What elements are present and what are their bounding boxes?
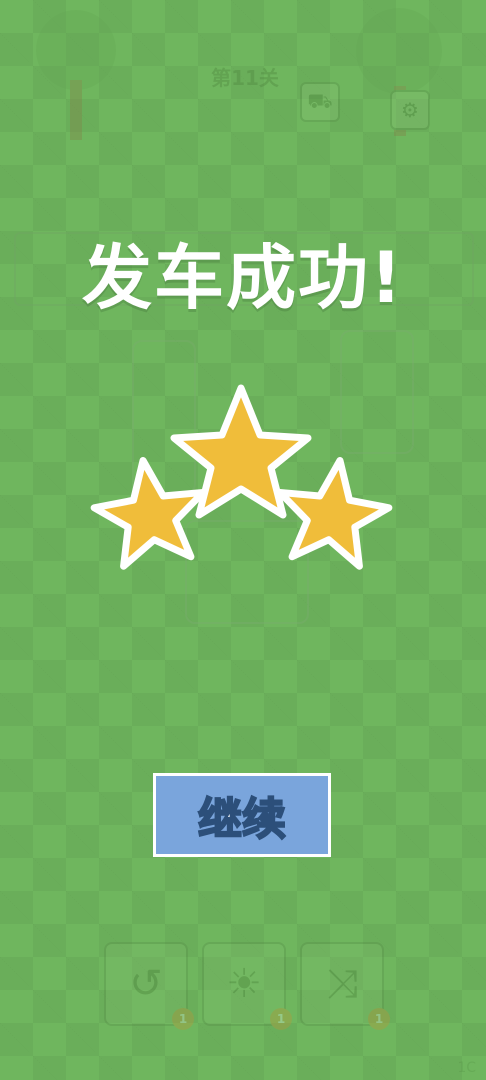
star-icon — [276, 456, 393, 570]
success-title: 发车成功! — [82, 237, 404, 319]
star-rating — [90, 384, 393, 570]
continue-button[interactable]: 继续 — [153, 773, 331, 857]
star-icon — [90, 456, 207, 570]
